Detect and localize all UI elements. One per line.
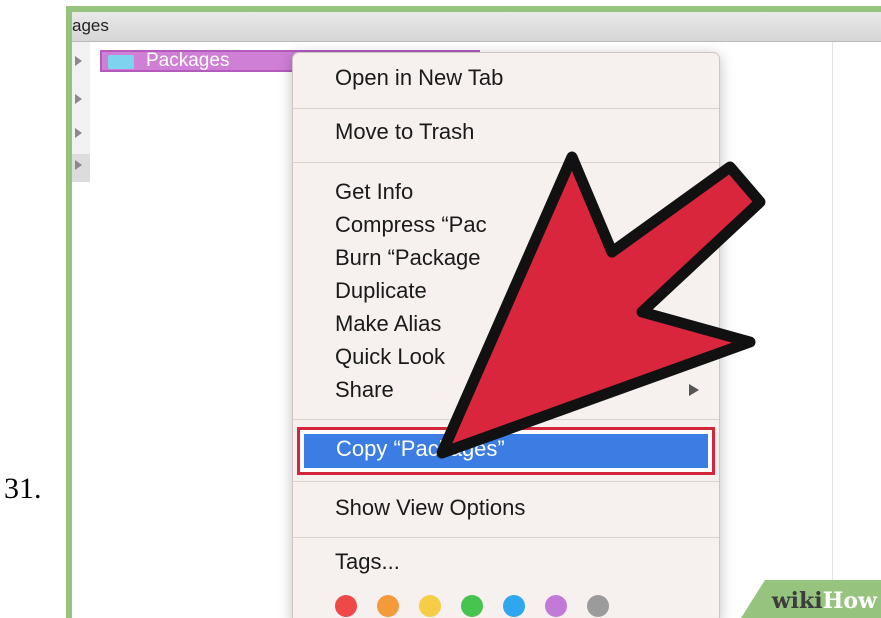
menu-separator [293,108,719,109]
menu-item-quick-look[interactable]: Quick Look [335,342,445,372]
menu-separator [293,481,719,482]
disclosure-triangle-icon[interactable] [75,160,82,170]
menu-item-compress[interactable]: Compress “Pac [335,210,487,240]
column-divider[interactable] [832,42,833,618]
menu-separator [293,419,719,420]
tag-color-gray[interactable] [587,595,609,617]
menu-item-open-in-new-tab[interactable]: Open in New Tab [335,63,503,93]
folder-icon [108,55,134,69]
menu-item-copy-packages[interactable]: Copy “Packages” [336,434,505,464]
menu-item-move-to-trash[interactable]: Move to Trash [335,117,474,147]
menu-item-burn[interactable]: Burn “Package [335,243,481,273]
disclosure-triangle-icon[interactable] [75,94,82,104]
menu-item-share[interactable]: Share [335,375,394,405]
tag-color-purple[interactable] [545,595,567,617]
watermark-wiki: wiki [771,588,823,614]
menu-separator [293,537,719,538]
screenshot-frame: ages Packages Open in New Tab Move to Tr… [66,6,881,618]
menu-item-get-info[interactable]: Get Info [335,177,413,207]
window-title-bar: ages [72,12,881,42]
tag-color-red[interactable] [335,595,357,617]
step-number: 31. [4,472,42,505]
window-title: ages [72,16,109,35]
menu-item-show-view-options[interactable]: Show View Options [335,493,525,523]
tag-color-green[interactable] [461,595,483,617]
disclosure-triangle-icon[interactable] [75,56,82,66]
folder-label: Packages [146,50,230,71]
menu-item-tags[interactable]: Tags... [335,547,400,577]
tag-color-orange[interactable] [377,595,399,617]
tag-color-blue[interactable] [503,595,525,617]
menu-item-make-alias[interactable]: Make Alias [335,309,441,339]
menu-separator [293,162,719,163]
watermark-how: How [822,588,877,614]
submenu-arrow-icon [689,384,699,396]
context-menu: Open in New Tab Move to Trash Get Info C… [292,52,720,618]
wikihow-watermark: wikiHow [772,588,877,614]
tag-color-yellow[interactable] [419,595,441,617]
highlight-box: Copy “Packages” [297,427,715,475]
finder-window: ages Packages Open in New Tab Move to Tr… [72,12,881,618]
disclosure-triangle-icon[interactable] [75,128,82,138]
menu-item-duplicate[interactable]: Duplicate [335,276,427,306]
